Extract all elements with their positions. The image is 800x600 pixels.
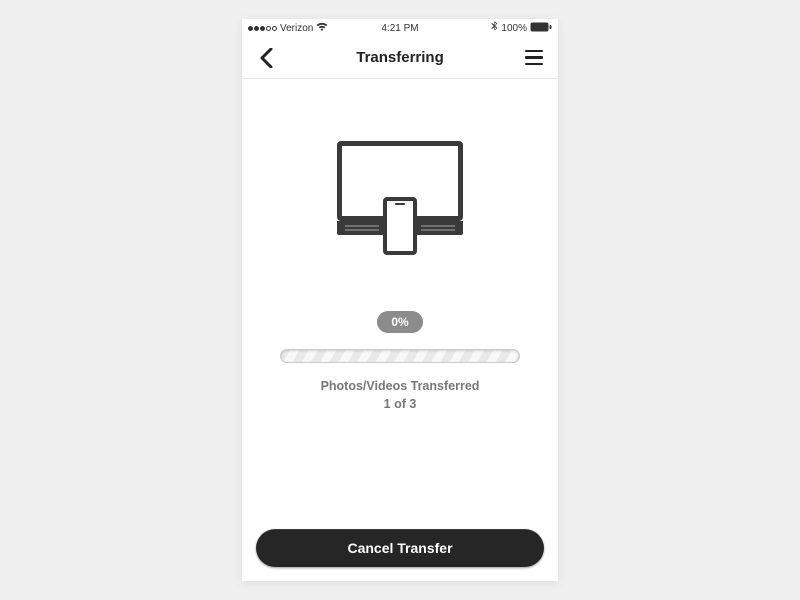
statusbar-right: 100% [491,21,552,35]
back-button[interactable] [254,46,278,70]
bluetooth-icon [491,21,498,35]
statusbar-left: Verizon [248,22,328,35]
page-title: Transferring [242,49,558,66]
battery-percent: 100% [501,23,527,34]
content-area: 0% Photos/Videos Transferred 1 of 3 [242,79,558,581]
wifi-icon [316,22,328,35]
progress-percent-badge: 0% [377,311,422,333]
carrier-label: Verizon [280,23,313,34]
cellular-signal-icon [248,26,277,31]
menu-button[interactable] [522,46,546,70]
transfer-illustration [330,141,470,271]
battery-icon [530,22,552,35]
transfer-status-label: Photos/Videos Transferred [321,379,480,393]
transfer-count-label: 1 of 3 [384,397,417,411]
phone-frame: Verizon 4:21 PM 100% Transferring [242,19,558,581]
hamburger-icon [525,50,543,66]
nav-bar: Transferring [242,37,558,79]
status-bar: Verizon 4:21 PM 100% [242,19,558,37]
progress-bar [280,349,520,363]
phone-icon [383,197,417,255]
cancel-transfer-button[interactable]: Cancel Transfer [256,529,544,567]
chevron-left-icon [260,48,273,68]
